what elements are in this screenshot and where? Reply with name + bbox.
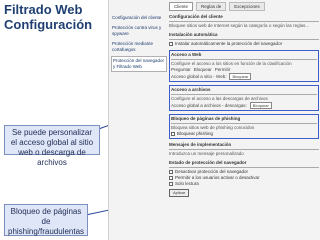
callout-web-access: Se puede personalizar el acceso global a… xyxy=(4,125,100,167)
section-customize: Mensajes de implementación Introduzca un… xyxy=(169,142,319,157)
section-text: Introduzca un mensaje personalizado xyxy=(169,151,244,156)
protection-option-label: Permitir a los usuarios activar o desact… xyxy=(175,175,260,180)
tab-bar: Cliente Reglas de Excepciones xyxy=(169,2,265,11)
downloads-global-row: Acceso global a archivos - descargas: Bl… xyxy=(171,102,317,109)
sidebar-item-browser-web-filter[interactable]: Protección del navegador y Filtrado Web xyxy=(111,56,167,72)
settings-panel: Cliente Reglas de Excepciones Configurac… xyxy=(108,0,320,240)
section-header: Configuración del cliente xyxy=(169,14,319,22)
tab-exceptions[interactable]: Excepciones xyxy=(229,2,265,11)
downloads-global-label: Acceso global a archivos - descargas: xyxy=(171,102,247,108)
downloads-global-select[interactable]: Bloquear xyxy=(249,102,272,109)
col-allow-label: Permitir xyxy=(214,67,231,72)
web-access-global-row: Acceso global a sitio - Web: Bloquear xyxy=(171,73,317,80)
sidebar-item-client-config[interactable]: Configuración del cliente xyxy=(111,14,167,22)
section-header: Instalación automática xyxy=(169,32,319,40)
section-protection: Estado de protección del navegador Desac… xyxy=(169,160,319,197)
page-title: Filtrado Web Configuración xyxy=(4,2,93,32)
section-header: Estado de protección del navegador xyxy=(169,160,319,168)
protection-option-label: Desactivar protección del navegador xyxy=(175,169,249,174)
phishing-option-label: Bloquear phishing xyxy=(177,131,214,136)
section-header: Mensajes de implementación xyxy=(169,142,319,150)
phishing-checkbox[interactable] xyxy=(171,131,175,136)
protection-checkbox-2[interactable] xyxy=(169,175,173,180)
section-web-access: Acceso a Web Configure el acceso a los s… xyxy=(169,50,319,82)
callout-phishing: Bloqueo de páginas de phishing/fraudulen… xyxy=(4,204,88,236)
sidebar-nav: Configuración del cliente Protección con… xyxy=(111,14,167,74)
web-access-global-select[interactable]: Bloquear xyxy=(229,73,252,80)
section-header: Acceso a Web xyxy=(171,52,317,60)
sidebar-item-firewall[interactable]: Protección mediante cortafuegos xyxy=(111,40,167,54)
install-checkbox[interactable] xyxy=(169,41,173,46)
section-header: Acceso a archivos xyxy=(171,87,317,95)
protection-checkbox-1[interactable] xyxy=(169,169,173,174)
section-downloads: Acceso a archivos Configure el acceso a … xyxy=(169,85,319,111)
tab-rules[interactable]: Reglas de xyxy=(196,2,227,11)
col-block-label: Bloquear xyxy=(193,67,212,72)
section-text: Bloquee sitios web de Internet según la … xyxy=(169,23,310,28)
protection-option-label: Solo lectura xyxy=(175,181,199,186)
settings-content: Configuración del cliente Bloquee sitios… xyxy=(169,14,319,200)
section-install: Instalación automática Instalar automáti… xyxy=(169,32,319,47)
col-ask-label: Preguntar xyxy=(171,67,191,72)
section-header: Bloqueo de páginas de phishing xyxy=(171,116,317,124)
section-phishing: Bloqueo de páginas de phishing Bloquea s… xyxy=(169,114,319,139)
section-intro: Configuración del cliente Bloquee sitios… xyxy=(169,14,319,29)
install-option-label: Instalar automáticamente la protección d… xyxy=(175,41,283,46)
sidebar-item-virus-spyware[interactable]: Protección contra virus y spyware xyxy=(111,24,167,38)
apply-button[interactable]: Aplicar xyxy=(169,189,190,197)
tab-client[interactable]: Cliente xyxy=(169,2,194,11)
web-access-global-label: Acceso global a sitio - Web: xyxy=(171,73,227,79)
protection-checkbox-3[interactable] xyxy=(169,181,173,186)
